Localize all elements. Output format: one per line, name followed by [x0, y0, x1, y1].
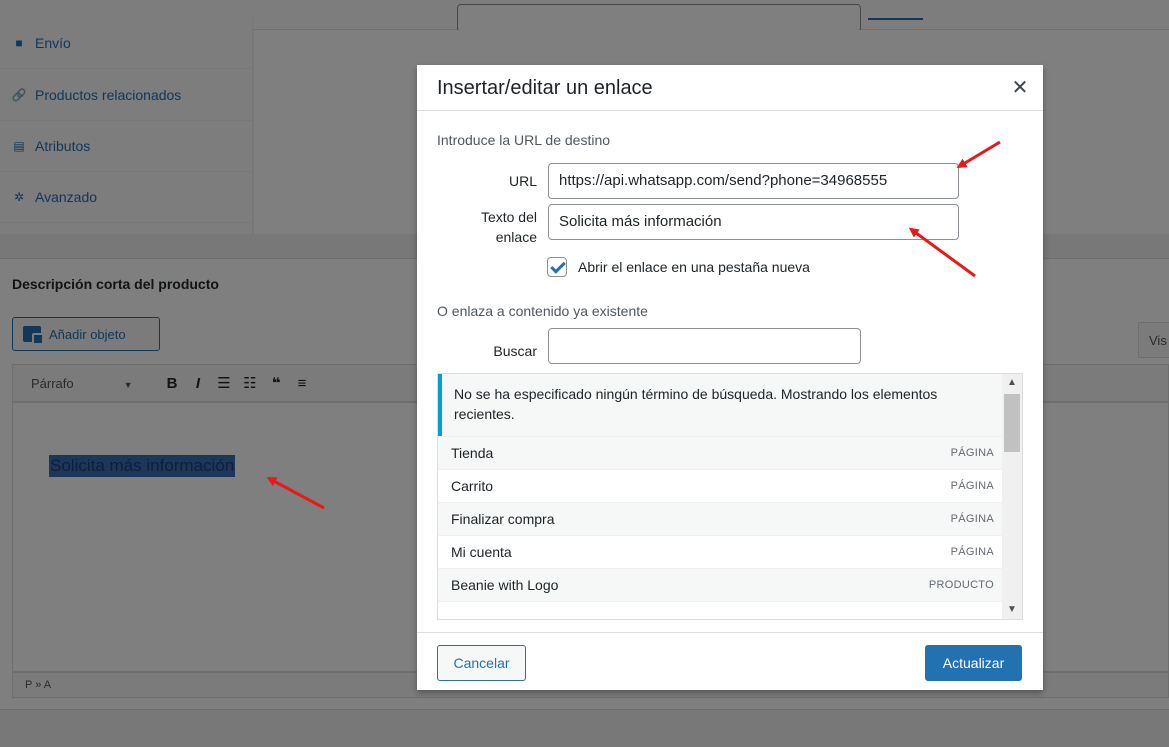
cancel-button[interactable]: Cancelar	[437, 645, 526, 681]
search-input[interactable]	[548, 328, 861, 364]
result-row[interactable]: Tienda PÁGINA	[438, 436, 1002, 469]
result-type: PRODUCTO	[928, 579, 994, 591]
result-type: PÁGINA	[950, 546, 994, 558]
url-section-label: Introduce la URL de destino	[437, 132, 611, 148]
results-scrollbar[interactable]: ▲ ▼	[1002, 374, 1022, 619]
result-row[interactable]: Finalizar compra PÁGINA	[438, 502, 1002, 535]
link-text-input[interactable]: Solicita más información	[548, 204, 959, 240]
result-row-partial[interactable]	[438, 601, 1002, 619]
result-row[interactable]: Carrito PÁGINA	[438, 469, 1002, 502]
link-text-label: Texto del enlace	[457, 207, 537, 247]
result-title: Beanie with Logo	[451, 577, 559, 593]
link-dialog: Insertar/editar un enlace ✕ Introduce la…	[417, 65, 1043, 690]
result-title: Carrito	[451, 478, 494, 494]
chevron-down-icon[interactable]: ▼	[1002, 601, 1022, 619]
new-tab-label[interactable]: Abrir el enlace en una pestaña nueva	[578, 259, 810, 275]
result-row[interactable]: Mi cuenta PÁGINA	[438, 535, 1002, 568]
result-title: Finalizar compra	[451, 511, 555, 527]
dialog-footer: Cancelar Actualizar	[417, 632, 1043, 690]
update-button[interactable]: Actualizar	[925, 645, 1022, 681]
chevron-up-icon[interactable]: ▲	[1002, 374, 1022, 392]
search-notice: No se ha especificado ningún término de …	[438, 374, 1002, 436]
dialog-header: Insertar/editar un enlace ✕	[417, 65, 1043, 111]
url-label: URL	[508, 173, 537, 189]
result-type: PÁGINA	[950, 513, 994, 525]
close-icon[interactable]: ✕	[1007, 75, 1033, 101]
link-text-label-line1: Texto del	[480, 209, 537, 225]
result-type: PÁGINA	[950, 480, 994, 492]
result-type: PÁGINA	[950, 447, 994, 459]
result-title: Tienda	[451, 445, 494, 461]
dialog-title: Insertar/editar un enlace	[437, 77, 653, 99]
search-results: No se ha especificado ningún término de …	[437, 373, 1023, 620]
search-label: Buscar	[493, 343, 537, 359]
new-tab-checkbox[interactable]	[547, 257, 567, 277]
existing-content-label: O enlaza a contenido ya existente	[437, 303, 648, 319]
result-title: Mi cuenta	[451, 544, 512, 560]
url-input[interactable]: https://api.whatsapp.com/send?phone=3496…	[548, 163, 959, 199]
result-row[interactable]: Beanie with Logo PRODUCTO	[438, 568, 1002, 601]
link-text-label-line2: enlace	[495, 229, 537, 245]
scrollbar-thumb[interactable]	[1004, 394, 1020, 452]
